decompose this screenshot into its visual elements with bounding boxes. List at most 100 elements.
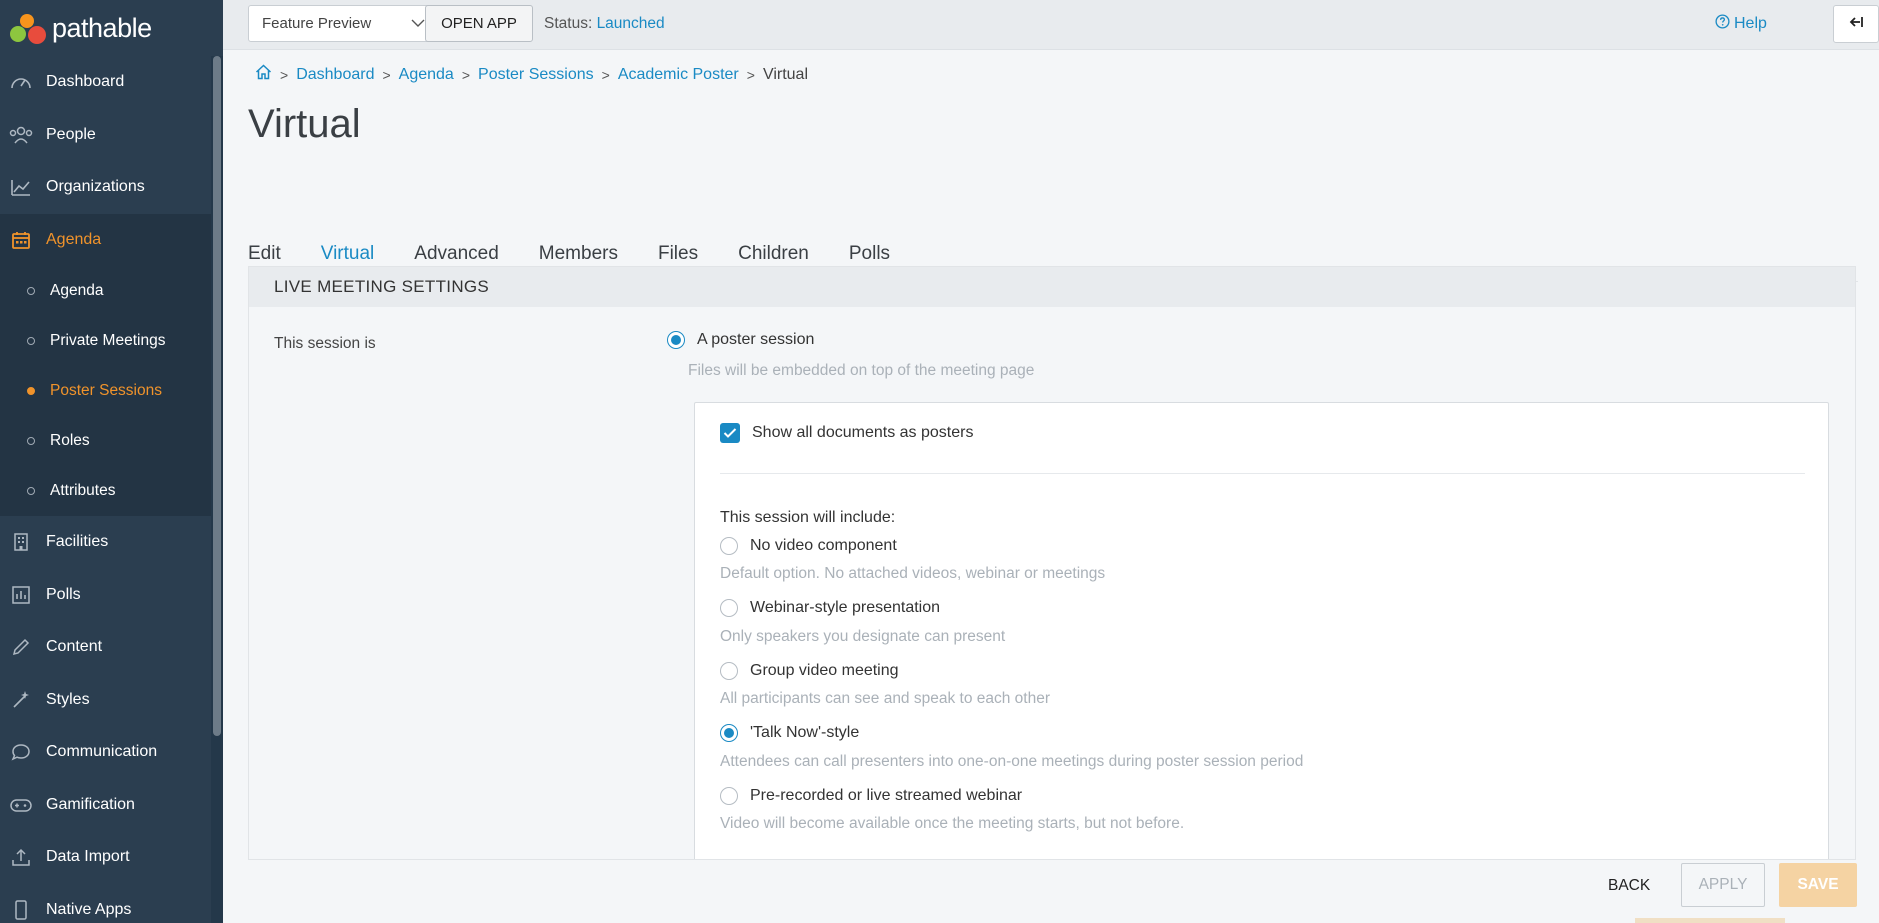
- chevron-right-icon: >: [461, 66, 471, 83]
- subnav-label: Poster Sessions: [50, 382, 162, 399]
- option-description: Files will be embedded on top of the mee…: [688, 362, 1035, 379]
- talk-now-radio[interactable]: [720, 724, 738, 742]
- panel-header: LIVE MEETING SETTINGS: [249, 267, 1855, 307]
- gamepad-icon: [8, 794, 34, 816]
- sidebar-scrollbar[interactable]: [211, 56, 223, 923]
- sidebar-item-label: Agenda: [46, 230, 102, 248]
- help-label: Help: [1734, 15, 1767, 32]
- chevron-right-icon: >: [280, 66, 289, 83]
- no-video-option[interactable]: No video component: [720, 537, 897, 555]
- subnav-item-poster-sessions[interactable]: Poster Sessions: [0, 366, 223, 416]
- chevron-right-icon: >: [601, 66, 610, 83]
- live-meeting-settings-panel: LIVE MEETING SETTINGS This session is A …: [248, 266, 1856, 860]
- status-text: Status: Launched: [544, 15, 665, 33]
- sidebar-item-native-apps[interactable]: Native Apps: [0, 884, 223, 923]
- help-link[interactable]: Help: [1715, 14, 1767, 34]
- option-label: No video component: [750, 537, 897, 554]
- breadcrumb: > Dashboard > Agenda > Poster Sessions >…: [255, 64, 808, 85]
- sidebar-item-agenda[interactable]: Agenda: [0, 213, 223, 266]
- breadcrumb-agenda[interactable]: Agenda: [399, 66, 454, 84]
- sidebar-item-dashboard[interactable]: Dashboard: [0, 56, 223, 109]
- breadcrumb-dashboard[interactable]: Dashboard: [296, 66, 374, 84]
- sidebar-item-label: Native Apps: [46, 900, 132, 918]
- sidebar-item-facilities[interactable]: Facilities: [0, 516, 223, 569]
- sidebar-item-content[interactable]: Content: [0, 621, 223, 674]
- subnav-item-agenda[interactable]: Agenda: [0, 266, 223, 316]
- sidebar-item-label: Communication: [46, 743, 158, 761]
- apply-button[interactable]: APPLY: [1681, 863, 1765, 907]
- webinar-radio[interactable]: [720, 599, 738, 617]
- sidebar-item-label: Dashboard: [46, 73, 125, 91]
- sidebar-item-label: Content: [46, 638, 103, 656]
- subnav-item-attributes[interactable]: Attributes: [0, 466, 223, 516]
- subnav-label: Attributes: [50, 482, 116, 499]
- prerecorded-radio[interactable]: [720, 787, 738, 805]
- sidebar-item-gamification[interactable]: Gamification: [0, 779, 223, 832]
- sidebar-item-data-import[interactable]: Data Import: [0, 831, 223, 884]
- question-circle-icon: [1715, 14, 1730, 34]
- subnav-label: Private Meetings: [50, 332, 166, 349]
- upload-icon: [8, 846, 34, 868]
- sidebar-item-communication[interactable]: Communication: [0, 726, 223, 779]
- agenda-subnav: Agenda Private Meetings Poster Sessions …: [0, 266, 223, 516]
- subnav-label: Roles: [50, 432, 90, 449]
- bullet-icon: [27, 487, 35, 495]
- bullet-icon: [27, 287, 35, 295]
- page-title: Virtual: [248, 102, 361, 146]
- home-icon[interactable]: [255, 64, 272, 85]
- option-description: Default option. No attached videos, webi…: [720, 565, 1106, 582]
- footer-actions: BACK APPLY SAVE: [223, 860, 1879, 923]
- sidebar-item-polls[interactable]: Polls: [0, 569, 223, 622]
- group-video-option[interactable]: Group video meeting: [720, 662, 899, 680]
- organizations-icon: [8, 176, 34, 198]
- sidebar-item-styles[interactable]: Styles: [0, 674, 223, 727]
- arrow-left-to-line-icon: [1848, 14, 1864, 35]
- scrollbar-thumb[interactable]: [213, 56, 221, 736]
- magic-wand-icon: [8, 689, 34, 711]
- top-bar: Feature Preview OPEN APP Status: Launche…: [223, 0, 1879, 50]
- calendar-icon: [8, 229, 34, 251]
- show-docs-option[interactable]: Show all documents as posters: [720, 423, 973, 443]
- sidebar-item-label: Gamification: [46, 795, 135, 813]
- poster-session-radio[interactable]: [667, 331, 685, 349]
- chevron-right-icon: >: [382, 66, 391, 83]
- webinar-option[interactable]: Webinar-style presentation: [720, 599, 940, 617]
- subnav-label: Agenda: [50, 282, 104, 299]
- collapse-panel-button[interactable]: [1833, 5, 1879, 43]
- check-icon: [723, 428, 737, 438]
- show-docs-checkbox[interactable]: [720, 423, 740, 443]
- sidebar-item-people[interactable]: People: [0, 109, 223, 162]
- breadcrumb-current: Virtual: [762, 65, 808, 83]
- talk-now-option[interactable]: 'Talk Now'-style: [720, 724, 859, 742]
- chevron-down-icon: [411, 16, 425, 34]
- logo[interactable]: pathable: [0, 0, 223, 56]
- group-video-radio[interactable]: [720, 662, 738, 680]
- pathable-logo-icon: [8, 10, 46, 46]
- subnav-item-roles[interactable]: Roles: [0, 416, 223, 466]
- option-label: 'Talk Now'-style: [750, 724, 860, 741]
- sidebar-item-label: Polls: [46, 585, 81, 603]
- chat-bubble-icon: [8, 741, 34, 763]
- no-video-radio[interactable]: [720, 537, 738, 555]
- sidebar-item-organizations[interactable]: Organizations: [0, 161, 223, 214]
- people-icon: [8, 124, 34, 146]
- breadcrumb-poster-sessions[interactable]: Poster Sessions: [478, 66, 594, 84]
- breadcrumb-academic-poster[interactable]: Academic Poster: [618, 66, 739, 84]
- prerecorded-option[interactable]: Pre-recorded or live streamed webinar: [720, 787, 1022, 805]
- panel-body: This session is A poster session Files w…: [249, 307, 1855, 859]
- bullet-icon: [27, 437, 35, 445]
- feature-preview-select[interactable]: Feature Preview: [248, 5, 438, 42]
- poster-session-option[interactable]: A poster session: [667, 331, 814, 349]
- phone-icon: [8, 899, 34, 921]
- sidebar-item-label: People: [46, 125, 96, 143]
- open-app-button[interactable]: OPEN APP: [425, 5, 533, 42]
- back-button[interactable]: BACK: [1608, 877, 1650, 895]
- footer-strip: [1635, 918, 1785, 923]
- option-label: Webinar-style presentation: [750, 599, 941, 616]
- option-description: All participants can see and speak to ea…: [720, 690, 1051, 707]
- option-description: Attendees can call presenters into one-o…: [720, 753, 1304, 770]
- subnav-item-private-meetings[interactable]: Private Meetings: [0, 316, 223, 366]
- status-label: Status:: [544, 15, 593, 32]
- save-button[interactable]: SAVE: [1779, 863, 1857, 907]
- option-description: Video will become available once the mee…: [720, 815, 1185, 832]
